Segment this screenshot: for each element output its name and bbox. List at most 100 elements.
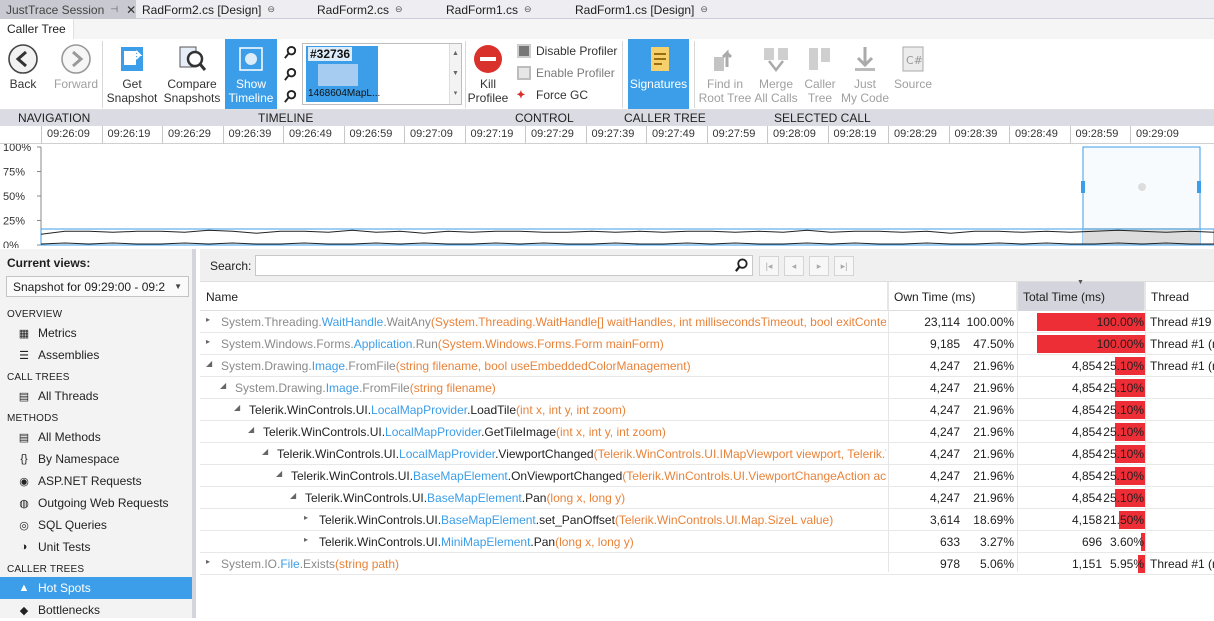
- tab-radform2-cs[interactable]: RadForm2.cs ⊖: [311, 0, 440, 19]
- first-result-button[interactable]: |◂: [759, 256, 779, 276]
- method-name-cell: System.Drawing.Image.FromFile(string fil…: [200, 377, 886, 399]
- tab-justtrace-session[interactable]: JustTrace Session ⊣ ✕: [0, 0, 136, 19]
- class-name-text: WaitHandle: [321, 315, 384, 329]
- pin-icon[interactable]: ⊣: [110, 4, 118, 15]
- close-icon[interactable]: ✕: [126, 3, 136, 17]
- table-row[interactable]: ◢ Telerik.WinControls.UI.BaseMapElement.O…: [200, 465, 1214, 487]
- snapshot-select[interactable]: Snapshot for 09:29:00 - 09:2 ▼: [6, 276, 189, 297]
- pin-icon[interactable]: ⊖: [395, 4, 403, 15]
- sidebar-item-by-namespace[interactable]: {} By Namespace: [0, 448, 192, 470]
- force-gc-button[interactable]: ⯌ Force GC: [517, 85, 588, 105]
- table-row[interactable]: ◢ Telerik.WinControls.UI.LocalMapProvider…: [200, 399, 1214, 421]
- sidebar-item-outgoing-web-requests[interactable]: ◍ Outgoing Web Requests: [0, 492, 192, 514]
- sidebar-item-sql-queries[interactable]: ◎ SQL Queries: [0, 514, 192, 536]
- snapshot-id: #32736: [308, 47, 353, 61]
- table-row[interactable]: ◢ Telerik.WinControls.UI.LocalMapProvider…: [200, 443, 1214, 465]
- tab-caller-tree[interactable]: Caller Tree: [0, 19, 74, 39]
- table-row[interactable]: ▸ Telerik.WinControls.UI.MiniMapElement.P…: [200, 531, 1214, 553]
- compare-snapshots-button[interactable]: Compare Snapshots: [162, 41, 222, 105]
- selection-handle[interactable]: [1197, 181, 1201, 193]
- next-result-button[interactable]: ▸: [809, 256, 829, 276]
- own-time-percent: 21.96%: [973, 447, 1014, 461]
- own-time-value: 978: [939, 557, 960, 571]
- sidebar-item-all-methods[interactable]: ▤ All Methods: [0, 426, 192, 448]
- column-header-name[interactable]: Name: [200, 282, 888, 311]
- table-row[interactable]: ▸ System.Windows.Forms.Application.Run(Sy…: [200, 333, 1214, 355]
- sidebar-item-unit-tests[interactable]: ◑ Unit Tests: [0, 536, 192, 558]
- tab-radform2-design[interactable]: RadForm2.cs [Design] ⊖: [136, 0, 311, 19]
- disable-profiler-button[interactable]: Disable Profiler: [517, 41, 617, 61]
- search-input[interactable]: [255, 255, 753, 276]
- table-row[interactable]: ◢ Telerik.WinControls.UI.BaseMapElement.P…: [200, 487, 1214, 509]
- enable-profiler-button[interactable]: Enable Profiler: [517, 63, 615, 83]
- cpu-timeline-chart[interactable]: 100% 75% 50% 25% 0%: [0, 144, 1214, 248]
- snapshot-thumbnail[interactable]: #32736 1468604MapL...: [306, 46, 380, 102]
- sidebar-item-label: Bottlenecks: [38, 603, 101, 617]
- tab-label: RadForm1.cs [Design]: [575, 2, 695, 17]
- arguments-text: (System.Threading.WaitHandle[] waitHandl…: [430, 315, 886, 329]
- arguments-text: (System.Windows.Forms.Form mainForm): [437, 337, 664, 351]
- merge-all-calls-button[interactable]: Merge All Calls: [753, 41, 799, 105]
- previous-result-button[interactable]: ◂: [784, 256, 804, 276]
- timeline-tick-line: [948, 126, 950, 144]
- own-time-value: 4,247: [929, 425, 960, 439]
- sidebar-item-all-threads[interactable]: ▤ All Threads: [0, 385, 192, 407]
- column-header-thread[interactable]: Thread: [1145, 282, 1214, 311]
- pin-icon[interactable]: ⊖: [524, 4, 532, 15]
- forward-label: Forward: [53, 77, 98, 91]
- signatures-button[interactable]: Signatures: [628, 39, 689, 109]
- find-in-root-tree-button[interactable]: Find in Root Tree: [697, 41, 753, 105]
- compare-magnifier-icon: [179, 46, 207, 71]
- column-header-total-time[interactable]: ▼ Total Time (ms): [1017, 279, 1145, 311]
- snapshot-gallery[interactable]: #32736 1468604MapL... ▲ ▼ ▾: [302, 43, 462, 105]
- snapshot-preview-icon: [318, 64, 358, 86]
- zoom-out-icon[interactable]: [283, 67, 298, 82]
- zoom-in-icon[interactable]: [283, 45, 298, 60]
- tab-radform1-cs[interactable]: RadForm1.cs ⊖: [440, 0, 569, 19]
- group-label-navigation: NAVIGATION: [18, 111, 91, 125]
- sidebar-item-asp-net-requests[interactable]: ◉ ASP.NET Requests: [0, 470, 192, 492]
- show-timeline-button[interactable]: Show Timeline: [225, 39, 277, 109]
- total-time-percent: 100.00%: [1096, 337, 1144, 351]
- sidebar-item-assemblies[interactable]: ☰ Assemblies: [0, 344, 192, 366]
- forward-button[interactable]: Forward: [52, 41, 100, 91]
- back-arrow-icon: [8, 44, 38, 74]
- pin-icon[interactable]: ⊖: [700, 4, 708, 15]
- caller-tree-button[interactable]: Caller Tree: [799, 41, 841, 105]
- method-text: .set_PanOffset: [535, 513, 615, 527]
- own-time-value: 4,247: [929, 491, 960, 505]
- table-row[interactable]: ◢ System.Drawing.Image.FromFile(string fi…: [200, 355, 1214, 377]
- kill-profilee-button[interactable]: Kill Profilee: [466, 41, 510, 105]
- arguments-text: (Telerik.WinControls.UI.Map.SizeL value): [614, 513, 834, 527]
- selection-handle[interactable]: [1081, 181, 1085, 193]
- flame-icon: ▲: [18, 582, 30, 594]
- tab-radform1-design[interactable]: RadForm1.cs [Design] ⊖: [569, 0, 729, 19]
- own-time-percent: 21.96%: [973, 381, 1014, 395]
- table-row[interactable]: ▸ Telerik.WinControls.UI.BaseMapElement.s…: [200, 509, 1214, 531]
- last-result-button[interactable]: ▸|: [834, 256, 854, 276]
- selection-center-dot[interactable]: [1138, 183, 1146, 191]
- pin-icon[interactable]: ⊖: [267, 4, 275, 15]
- back-button[interactable]: Back: [2, 41, 44, 91]
- class-name-text: BaseMapElement: [427, 491, 522, 505]
- source-button[interactable]: C# Source: [892, 41, 934, 91]
- column-header-own-time[interactable]: Own Time (ms): [888, 282, 1017, 311]
- table-row[interactable]: ▸ System.Threading.WaitHandle.WaitAny(Sys…: [200, 311, 1214, 333]
- total-time-percent: 25.10%: [1103, 403, 1144, 417]
- gallery-scrollbar[interactable]: ▲ ▼ ▾: [449, 44, 461, 104]
- table-row[interactable]: ◢ System.Drawing.Image.FromFile(string fi…: [200, 377, 1214, 399]
- timeline-tick-label: 09:28:49: [1015, 128, 1058, 140]
- method-text: .Exists: [299, 557, 336, 571]
- zoom-fit-icon[interactable]: [283, 89, 298, 104]
- search-icon[interactable]: [734, 258, 749, 273]
- get-snapshot-button[interactable]: Get Snapshot: [105, 41, 159, 105]
- sidebar-item-metrics[interactable]: ▦ Metrics: [0, 322, 192, 344]
- method-name-cell: Telerik.WinControls.UI.LocalMapProvider.…: [200, 421, 886, 443]
- just-my-code-button[interactable]: Just My Code: [840, 41, 890, 105]
- column-separator: [1145, 282, 1146, 572]
- table-row[interactable]: ◢ Telerik.WinControls.UI.LocalMapProvider…: [200, 421, 1214, 443]
- own-time-value: 23,114: [924, 315, 960, 329]
- table-row[interactable]: ▸ System.IO.File.Exists(string path) 978 5.…: [200, 553, 1214, 575]
- timeline-ruler[interactable]: 09:26:09 09:26:19 09:26:29 09:26:39 09:26:49…: [0, 126, 1214, 144]
- sidebar-item-hot-spots[interactable]: ▲ Hot Spots: [0, 577, 192, 599]
